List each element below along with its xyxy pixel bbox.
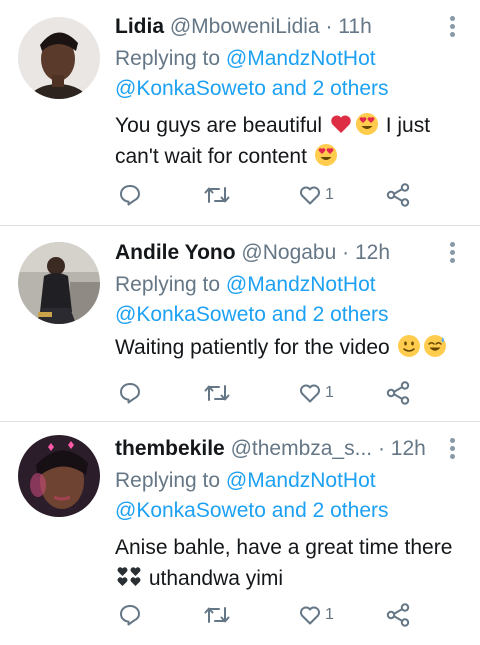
reply-feed: Lidia @MboweniLidia · 11h Replying to @M… — [0, 0, 480, 645]
mention-link[interactable]: @MandzNotHot — [226, 469, 376, 492]
heart-outline-icon — [300, 384, 320, 403]
display-name[interactable]: Andile Yono — [115, 241, 236, 264]
share-icon — [386, 381, 410, 405]
reply-button[interactable] — [118, 378, 142, 408]
timestamp[interactable]: 11h — [338, 15, 371, 38]
tweet-text-part: Anise bahle, have a great time there — [115, 536, 453, 559]
retweet-icon — [204, 607, 230, 623]
tweet-text-part: Waiting patiently for the video — [115, 336, 396, 359]
retweet-icon — [204, 385, 230, 401]
timestamp[interactable]: 12h — [355, 241, 390, 264]
tweet-text-part: uthandwa yimi — [143, 567, 284, 590]
slight-smile-icon — [397, 334, 421, 358]
share-icon — [386, 183, 410, 207]
like-button[interactable]: 1 — [298, 600, 334, 630]
tweet-actions: 1 — [115, 180, 425, 210]
replying-prefix: Replying to — [115, 469, 226, 492]
like-button[interactable]: 1 — [298, 180, 334, 210]
tweet-text: You guys are beautiful I just can't wait… — [115, 110, 470, 172]
tweet[interactable]: thembekile @thembza_s... · 12h Replying … — [0, 422, 480, 645]
replying-prefix: Replying to — [115, 47, 226, 70]
heart-outline-icon — [300, 186, 320, 205]
replying-to-others[interactable]: @KonkaSoweto and 2 others — [115, 300, 470, 330]
reply-icon — [120, 383, 140, 404]
user-handle[interactable]: @MboweniLidia — [170, 15, 320, 38]
replying-to: Replying to @MandzNotHot — [115, 466, 470, 496]
avatar[interactable] — [18, 242, 100, 324]
replying-to: Replying to @MandzNotHot — [115, 270, 470, 300]
share-button[interactable] — [385, 600, 411, 630]
avatar[interactable] — [18, 17, 100, 99]
more-options-icon[interactable] — [450, 16, 456, 38]
more-options-icon[interactable] — [450, 438, 456, 460]
heart-outline-icon — [300, 606, 320, 625]
tweet[interactable]: Andile Yono @Nogabu · 12h Replying to @M… — [0, 226, 480, 422]
mention-link[interactable]: @MandzNotHot — [226, 273, 376, 296]
display-name[interactable]: thembekile — [115, 437, 225, 460]
like-count: 1 — [325, 384, 334, 401]
tweet-text: Waiting patiently for the video — [115, 332, 470, 363]
like-button[interactable]: 1 — [298, 378, 334, 408]
like-count: 1 — [325, 606, 334, 623]
more-options-icon[interactable] — [450, 242, 456, 264]
retweet-button[interactable] — [203, 600, 231, 630]
reply-button[interactable] — [118, 600, 142, 630]
heart-eyes-icon — [355, 112, 379, 136]
separator: · — [325, 15, 333, 38]
reply-icon — [120, 605, 140, 626]
like-count: 1 — [325, 186, 334, 203]
sweat-smile-icon — [423, 334, 447, 358]
black-hearts-icon — [116, 565, 142, 589]
retweet-button[interactable] — [203, 180, 231, 210]
tweet-text-part: You guys are beautiful — [115, 114, 328, 137]
tweet-header: Lidia @MboweniLidia · 11h — [115, 12, 440, 42]
share-button[interactable] — [385, 378, 411, 408]
replying-to: Replying to @MandzNotHot — [115, 44, 470, 74]
separator: · — [377, 437, 385, 460]
tweet-text: Anise bahle, have a great time there uth… — [115, 532, 470, 594]
avatar[interactable] — [18, 435, 100, 517]
tweet-actions: 1 — [115, 600, 425, 630]
retweet-button[interactable] — [203, 378, 231, 408]
user-handle[interactable]: @Nogabu — [241, 241, 336, 264]
share-button[interactable] — [385, 180, 411, 210]
separator: · — [342, 241, 350, 264]
share-icon — [386, 603, 410, 627]
tweet-header: thembekile @thembza_s... · 12h — [115, 434, 440, 464]
red-heart-icon — [329, 112, 353, 136]
replying-prefix: Replying to — [115, 273, 226, 296]
retweet-icon — [204, 187, 230, 203]
heart-eyes-icon — [314, 143, 338, 167]
reply-icon — [120, 185, 140, 206]
timestamp[interactable]: 12h — [391, 437, 426, 460]
replying-to-others[interactable]: @KonkaSoweto and 2 others — [115, 74, 470, 104]
reply-button[interactable] — [118, 180, 142, 210]
mention-link[interactable]: @MandzNotHot — [226, 47, 376, 70]
tweet-header: Andile Yono @Nogabu · 12h — [115, 238, 440, 268]
tweet-actions: 1 — [115, 378, 425, 408]
user-handle[interactable]: @thembza_s... — [231, 437, 373, 460]
replying-to-others[interactable]: @KonkaSoweto and 2 others — [115, 496, 470, 526]
display-name[interactable]: Lidia — [115, 15, 164, 38]
tweet[interactable]: Lidia @MboweniLidia · 11h Replying to @M… — [0, 0, 480, 226]
